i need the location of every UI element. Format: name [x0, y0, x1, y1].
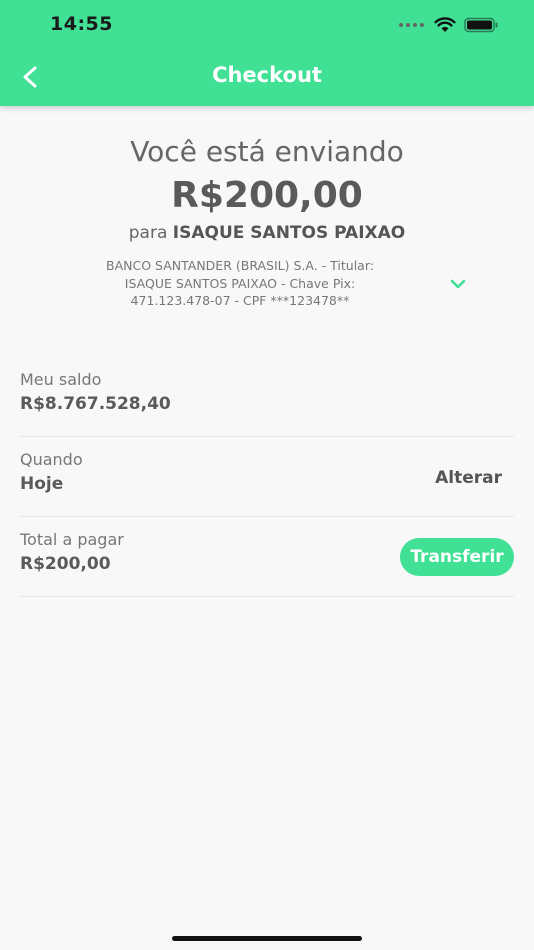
cellular-signal-icon: [399, 23, 424, 27]
bank-details-line: ISAQUE SANTOS PAIXAO - Chave Pix:: [124, 275, 356, 291]
bank-details: BANCO SANTANDER (BRASIL) S.A. - Titular:…: [70, 257, 410, 310]
recipient-line: para ISAQUE SANTOS PAIXAO: [0, 220, 534, 246]
schedule-label: Quando: [20, 450, 83, 469]
total-value: R$200,00: [20, 554, 111, 574]
sending-label: Você está enviando: [130, 135, 404, 168]
bank-details-line: 471.123.478-07 - CPF ***123478**: [130, 293, 350, 308]
status-icons: [399, 14, 500, 36]
recipient-name: ISAQUE SANTOS PAIXAO: [172, 223, 406, 243]
status-time: 14:55: [50, 13, 113, 35]
page-title: Checkout: [212, 63, 322, 87]
app-header: 14:55 Checkout: [0, 0, 534, 106]
transfer-amount: R$200,00: [171, 175, 363, 216]
change-schedule-button[interactable]: Alterar: [435, 468, 502, 488]
transfer-button[interactable]: Transferir: [400, 538, 514, 576]
schedule-row: Quando Hoje Alterar: [20, 436, 514, 517]
home-indicator[interactable]: [172, 936, 362, 941]
schedule-value: Hoje: [20, 474, 64, 494]
balance-value: R$8.767.528,40: [20, 394, 171, 414]
total-row: Total a pagar R$200,00 Transferir: [20, 516, 514, 597]
bank-details-line: BANCO SANTANDER (BRASIL) S.A. - Titular:: [106, 258, 374, 273]
recipient-prefix: para: [128, 223, 168, 243]
transfer-summary: Você está enviando R$200,00 para ISAQUE …: [0, 128, 534, 246]
wifi-icon: [434, 17, 456, 32]
balance-row: Meu saldo R$8.767.528,40: [20, 356, 514, 437]
total-label: Total a pagar: [20, 530, 124, 549]
balance-label: Meu saldo: [20, 370, 102, 389]
battery-icon: [464, 17, 498, 33]
chevron-down-icon[interactable]: [448, 276, 468, 292]
